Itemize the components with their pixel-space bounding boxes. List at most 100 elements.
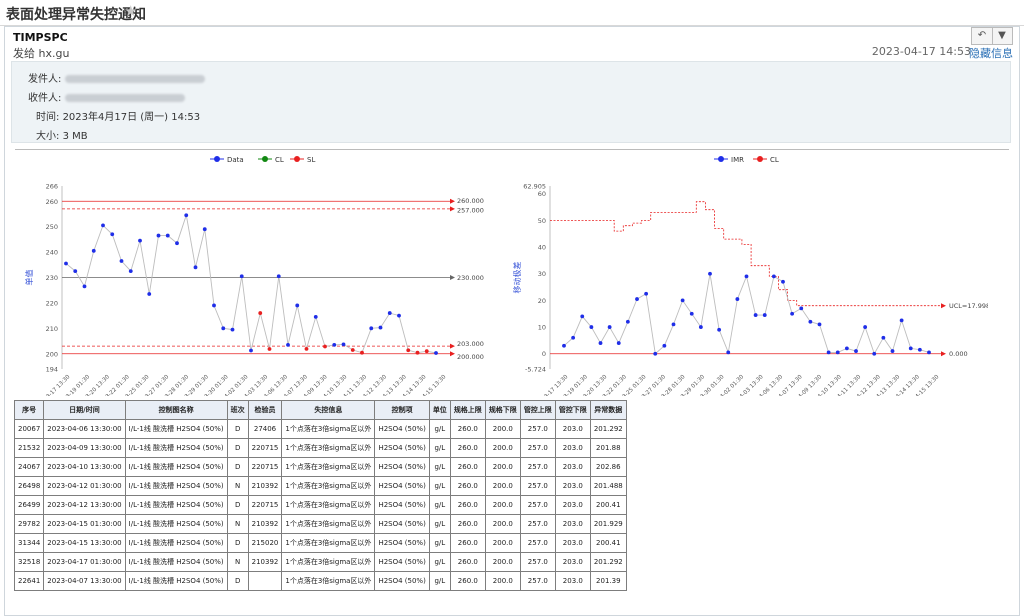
table-header-cell: 序号 xyxy=(13,400,45,420)
table-row: 20067 2023-04-06 13:30:00 I/L-1线 酸洗槽 H2SO4… xyxy=(13,419,627,439)
data-point xyxy=(369,326,374,331)
y-tick-label: 194 xyxy=(46,366,58,374)
table-cell: 200.0 xyxy=(484,495,521,515)
table-cell: g/L xyxy=(428,552,451,572)
limit-arrow xyxy=(450,198,455,204)
table-cell: 200.0 xyxy=(484,457,521,477)
imr-point xyxy=(817,322,822,327)
table-cell: 2023-04-12 01:30:00 xyxy=(43,476,126,496)
data-point xyxy=(415,350,420,355)
table-cell: 1个点落在3倍sigma区以外 xyxy=(281,438,376,458)
table-cell: 26499 xyxy=(13,495,45,515)
table-cell: 31344 xyxy=(13,533,45,553)
time-value: 2023年4月17日 (周一) 14:53 xyxy=(62,112,201,123)
table-cell: H2SO4 (50%) xyxy=(374,495,430,515)
imr-point xyxy=(698,325,703,329)
table-cell: 201.292 xyxy=(589,419,627,439)
individual-value-chart: Data CL SL 194 200 210 220 230 240 250 260 266 单值 260… xyxy=(24,156,484,396)
table-header-cell: 检验员 xyxy=(247,400,283,420)
table-cell: 260.0 xyxy=(449,514,486,534)
to-row: 收件人: xyxy=(28,89,185,104)
table-cell: H2SO4 (50%) xyxy=(374,457,430,477)
data-point xyxy=(341,342,346,347)
table-cell: N xyxy=(226,552,249,572)
table-cell: 203.0 xyxy=(554,476,591,496)
table-cell: 203.0 xyxy=(554,495,591,515)
x-tick-label: 2023-03-17 13:30 xyxy=(530,374,570,396)
imr-point xyxy=(899,318,904,323)
limit-label: 257.000 xyxy=(457,206,484,214)
imr-point xyxy=(744,274,749,279)
ucl-step-line xyxy=(550,201,941,307)
table-cell: 201.929 xyxy=(589,514,627,534)
y-tick-label: 40 xyxy=(538,244,546,252)
table-cell: 1个点落在3倍sigma区以外 xyxy=(281,571,376,591)
imr-point xyxy=(689,311,694,316)
hide-info-link[interactable]: 隐藏信息 xyxy=(969,45,1013,61)
ucl-label: UCL=17.998 xyxy=(949,302,988,310)
data-point xyxy=(147,292,152,296)
table-cell: 257.0 xyxy=(519,533,556,553)
table-cell: 26498 xyxy=(13,476,45,496)
imr-point xyxy=(680,298,685,303)
time-row: 时间: 2023年4月17日 (周一) 14:53 xyxy=(36,108,200,123)
table-header-cell: 控制图名称 xyxy=(124,400,228,420)
from-value-redacted xyxy=(64,75,205,83)
imr-point xyxy=(708,271,712,276)
y-tick-label: 50 xyxy=(538,217,546,225)
imr-point xyxy=(762,313,767,317)
data-point xyxy=(221,326,226,331)
table-cell: 2023-04-15 13:30:00 xyxy=(43,533,126,553)
data-point xyxy=(276,274,281,279)
legend-label-IMR: IMR xyxy=(731,156,744,164)
table-row: 26498 2023-04-12 01:30:00 I/L-1线 酸洗槽 H2SO4… xyxy=(13,476,627,496)
table-cell: N xyxy=(226,514,249,534)
y-tick-label: 266 xyxy=(46,183,58,191)
limit-arrow xyxy=(450,206,455,212)
chevron-down-icon[interactable]: ▼ xyxy=(992,28,1012,44)
table-cell: 201.488 xyxy=(589,476,627,496)
table-cell: 210392 xyxy=(247,476,283,496)
table-cell: I/L-1线 酸洗槽 H2SO4 (50%) xyxy=(124,438,228,458)
table-cell: 1个点落在3倍sigma区以外 xyxy=(281,552,376,572)
y-axis-title: 移动极差 xyxy=(512,262,522,294)
data-point xyxy=(202,227,207,232)
imr-point xyxy=(635,297,639,301)
data-point xyxy=(212,303,216,308)
table-cell: g/L xyxy=(428,571,451,591)
table-cell: I/L-1线 酸洗槽 H2SO4 (50%) xyxy=(124,457,228,477)
legend-marker-IMR xyxy=(718,156,724,162)
star-icon[interactable]: ★ xyxy=(124,2,137,20)
table-cell: 1个点落在3倍sigma区以外 xyxy=(281,495,376,515)
table-cell: 220715 xyxy=(247,457,283,477)
imr-point xyxy=(580,314,585,319)
table-row: 32518 2023-04-17 01:30:00 I/L-1线 酸洗槽 H2SO4… xyxy=(13,552,627,572)
limit-label: 260.000 xyxy=(457,197,484,205)
imr-point xyxy=(826,350,831,355)
to-label: 收件人: xyxy=(28,93,62,104)
table-cell: D xyxy=(226,571,249,591)
table-cell: 260.0 xyxy=(449,438,486,458)
table-cell: 24067 xyxy=(13,457,45,477)
table-cell: 260.0 xyxy=(449,552,486,572)
imr-point xyxy=(854,349,858,353)
table-cell: 257.0 xyxy=(519,476,556,496)
table-cell: I/L-1线 酸洗槽 H2SO4 (50%) xyxy=(124,476,228,496)
sender-name: TIMPSPC xyxy=(13,31,68,44)
y-tick-label: 20 xyxy=(538,297,546,305)
data-point xyxy=(119,259,124,263)
table-cell: 20067 xyxy=(13,419,45,439)
table-cell: 260.0 xyxy=(449,571,486,591)
cl-label: 0.000 xyxy=(949,350,968,358)
table-header-cell: 班次 xyxy=(226,400,249,420)
table-cell: H2SO4 (50%) xyxy=(374,476,430,496)
from-label: 发件人: xyxy=(28,74,62,85)
imr-point xyxy=(644,291,649,296)
reply-icon[interactable]: ↶ xyxy=(972,28,993,44)
imr-point xyxy=(717,327,722,332)
data-point xyxy=(304,346,309,351)
imr-point xyxy=(890,349,895,353)
table-cell: 1个点落在3倍sigma区以外 xyxy=(281,419,376,439)
table-cell: g/L xyxy=(428,457,451,477)
table-cell: 257.0 xyxy=(519,495,556,515)
